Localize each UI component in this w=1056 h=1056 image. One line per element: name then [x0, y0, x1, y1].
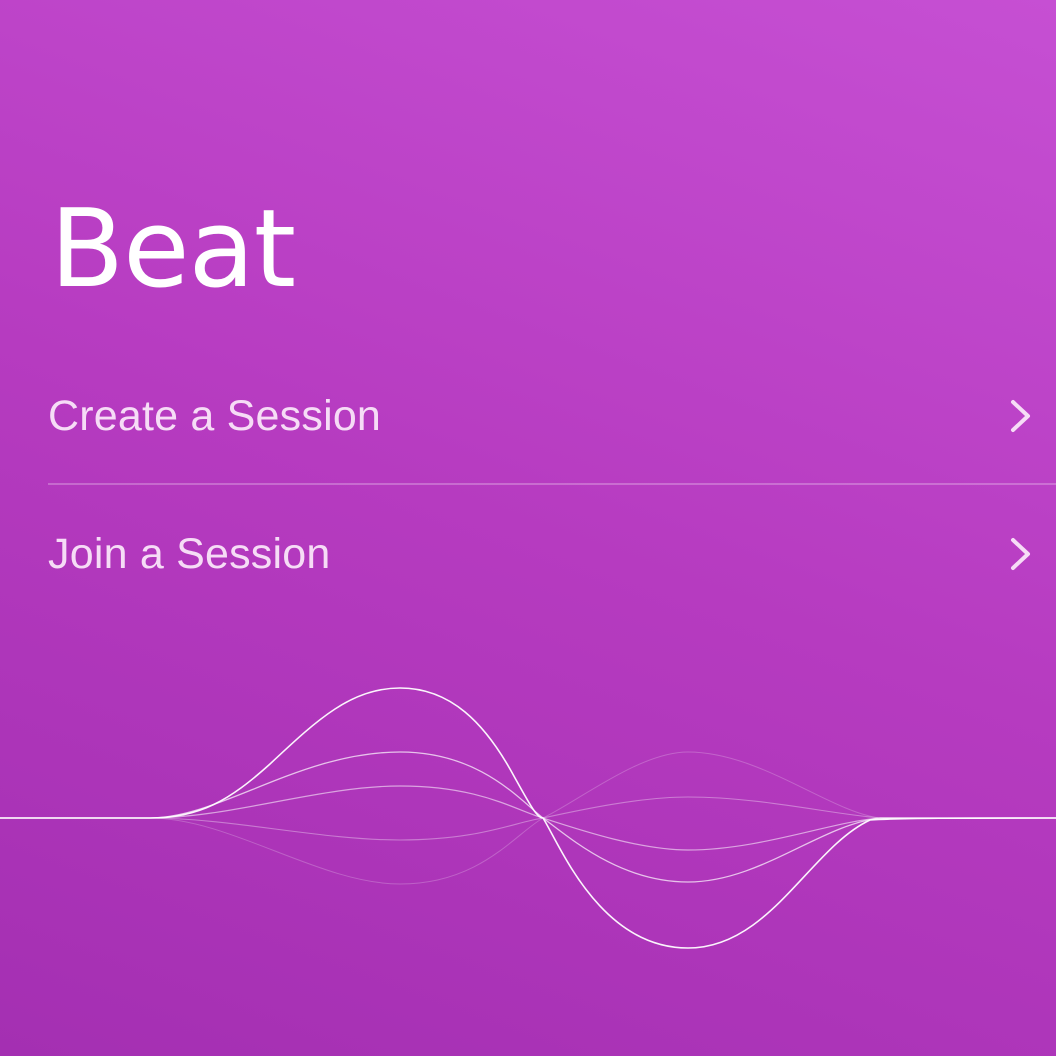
app-title: Beat: [50, 187, 296, 312]
menu-divider: [48, 483, 1056, 485]
join-session-button[interactable]: Join a Session: [48, 514, 1056, 594]
chevron-right-icon: [1011, 538, 1030, 570]
join-session-label: Join a Session: [48, 529, 331, 578]
sound-wave-graphic: [0, 687, 1056, 949]
home-screen: Beat Create a Session Join a Session: [0, 0, 1056, 1056]
create-session-button[interactable]: Create a Session: [48, 376, 1056, 456]
create-session-label: Create a Session: [48, 391, 382, 440]
chevron-right-icon: [1011, 400, 1030, 432]
